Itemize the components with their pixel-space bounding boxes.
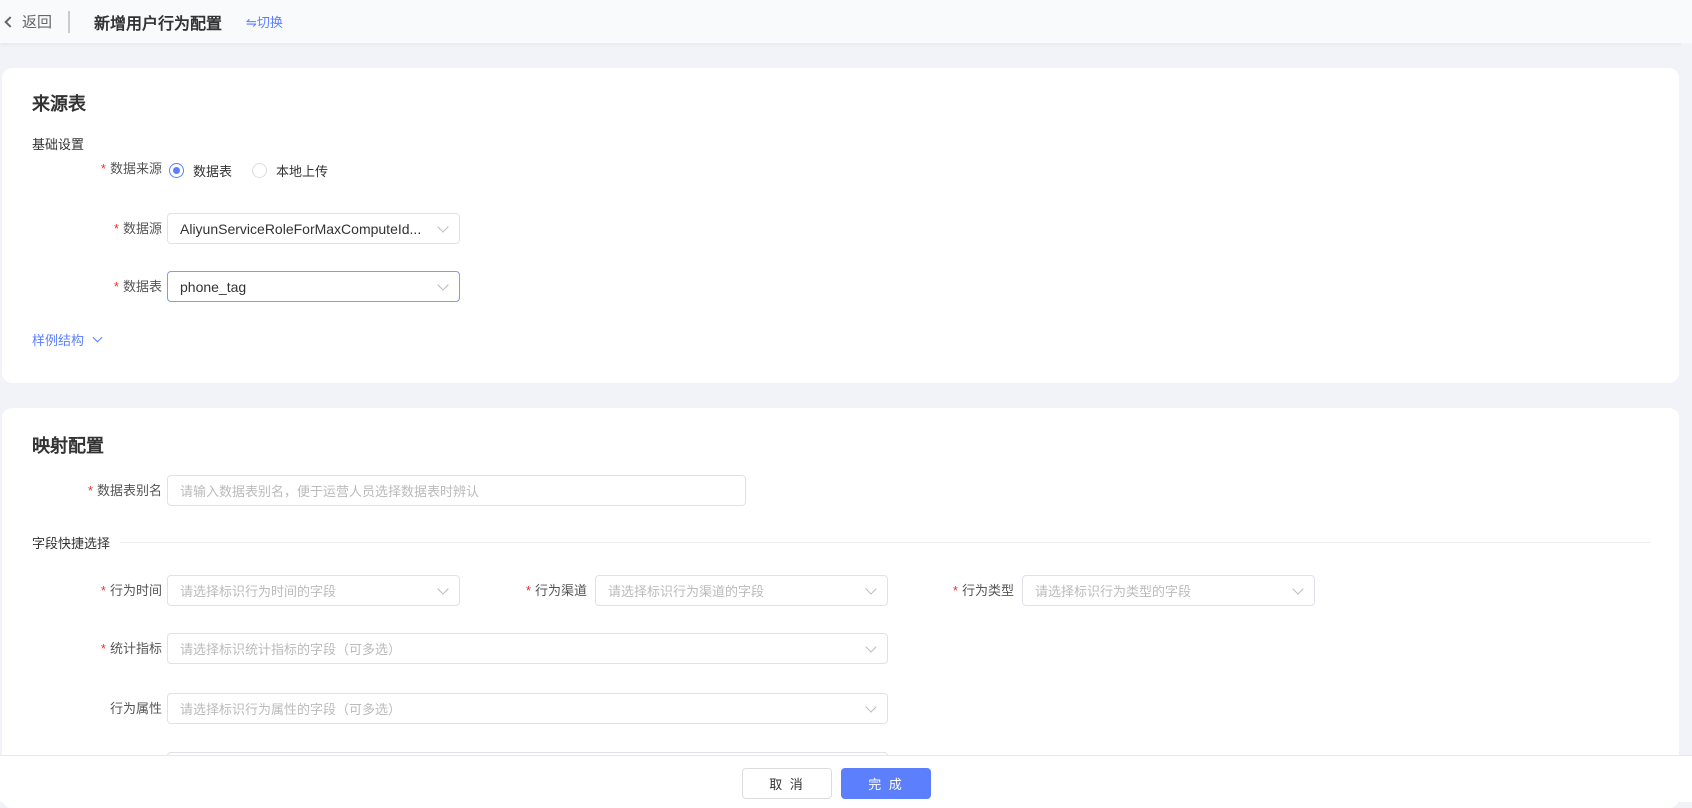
- divider: [120, 542, 1651, 543]
- table-select[interactable]: phone_tag: [167, 271, 460, 302]
- scrollbar[interactable]: [1681, 43, 1692, 755]
- radio-local-upload[interactable]: 本地上传: [252, 161, 328, 180]
- divider: [68, 10, 71, 33]
- field-label: * 统计指标: [100, 641, 162, 656]
- chevron-left-icon: [4, 15, 16, 28]
- back-label: 返回: [22, 14, 53, 31]
- page-title: 新增用户行为配置: [94, 15, 223, 33]
- radio-data-table[interactable]: 数据表: [169, 161, 232, 180]
- source-table-card: 来源表 基础设置 * 数据来源 数据表 本地上传 * 数据源 AliyunServi…: [2, 68, 1679, 383]
- attributes-select[interactable]: 请选择标识行为属性的字段（可多选）: [167, 693, 888, 724]
- section-title: 映射配置: [32, 436, 104, 456]
- cancel-button[interactable]: 取 消: [742, 768, 832, 799]
- footer: 取 消 完 成: [0, 755, 1692, 802]
- chevron-down-icon: [865, 700, 877, 713]
- radio-unchecked-icon: [252, 163, 267, 178]
- basic-settings-label: 基础设置: [32, 137, 85, 152]
- field-label: 行为属性: [109, 701, 162, 716]
- data-source-type-label: * 数据来源: [100, 161, 162, 176]
- metrics-select[interactable]: 请选择标识统计指标的字段（可多选）: [167, 633, 888, 664]
- chevron-down-icon: [1292, 582, 1304, 595]
- top-bar: 返回 新增用户行为配置 ⇋切换: [0, 0, 1692, 43]
- field-label: * 行为时间: [100, 583, 162, 598]
- chevron-down-icon: [437, 582, 449, 595]
- behavior-type-select[interactable]: 请选择标识行为类型的字段: [1022, 575, 1315, 606]
- radio-checked-icon: [169, 163, 184, 178]
- alias-label: * 数据表别名: [87, 483, 162, 498]
- chevron-down-icon: [865, 640, 877, 653]
- section-title: 来源表: [32, 94, 86, 114]
- chevron-down-icon: [92, 332, 103, 343]
- mapping-card: 映射配置 * 数据表别名 请输入数据表别名，便于运营人员选择数据表时辨认 字段快捷…: [2, 408, 1679, 808]
- chevron-down-icon: [865, 582, 877, 595]
- datasource-select[interactable]: AliyunServiceRoleForMaxComputeId...: [167, 213, 460, 244]
- chevron-down-icon: [437, 220, 449, 233]
- table-label: * 数据表: [113, 279, 162, 294]
- chevron-down-icon: [437, 278, 449, 291]
- field-label: * 行为类型: [952, 583, 1014, 598]
- behavior-time-select[interactable]: 请选择标识行为时间的字段: [167, 575, 460, 606]
- datasource-label: * 数据源: [113, 221, 162, 236]
- alias-input[interactable]: 请输入数据表别名，便于运营人员选择数据表时辨认: [167, 475, 746, 506]
- back-button[interactable]: 返回: [4, 11, 53, 32]
- sample-structure-toggle[interactable]: 样例结构: [32, 330, 103, 349]
- field-label: * 行为渠道: [525, 583, 587, 598]
- field-quick-select-label: 字段快捷选择: [32, 536, 111, 551]
- switch-button[interactable]: ⇋切换: [246, 12, 283, 31]
- finish-button[interactable]: 完 成: [841, 768, 931, 799]
- behavior-channel-select[interactable]: 请选择标识行为渠道的字段: [595, 575, 888, 606]
